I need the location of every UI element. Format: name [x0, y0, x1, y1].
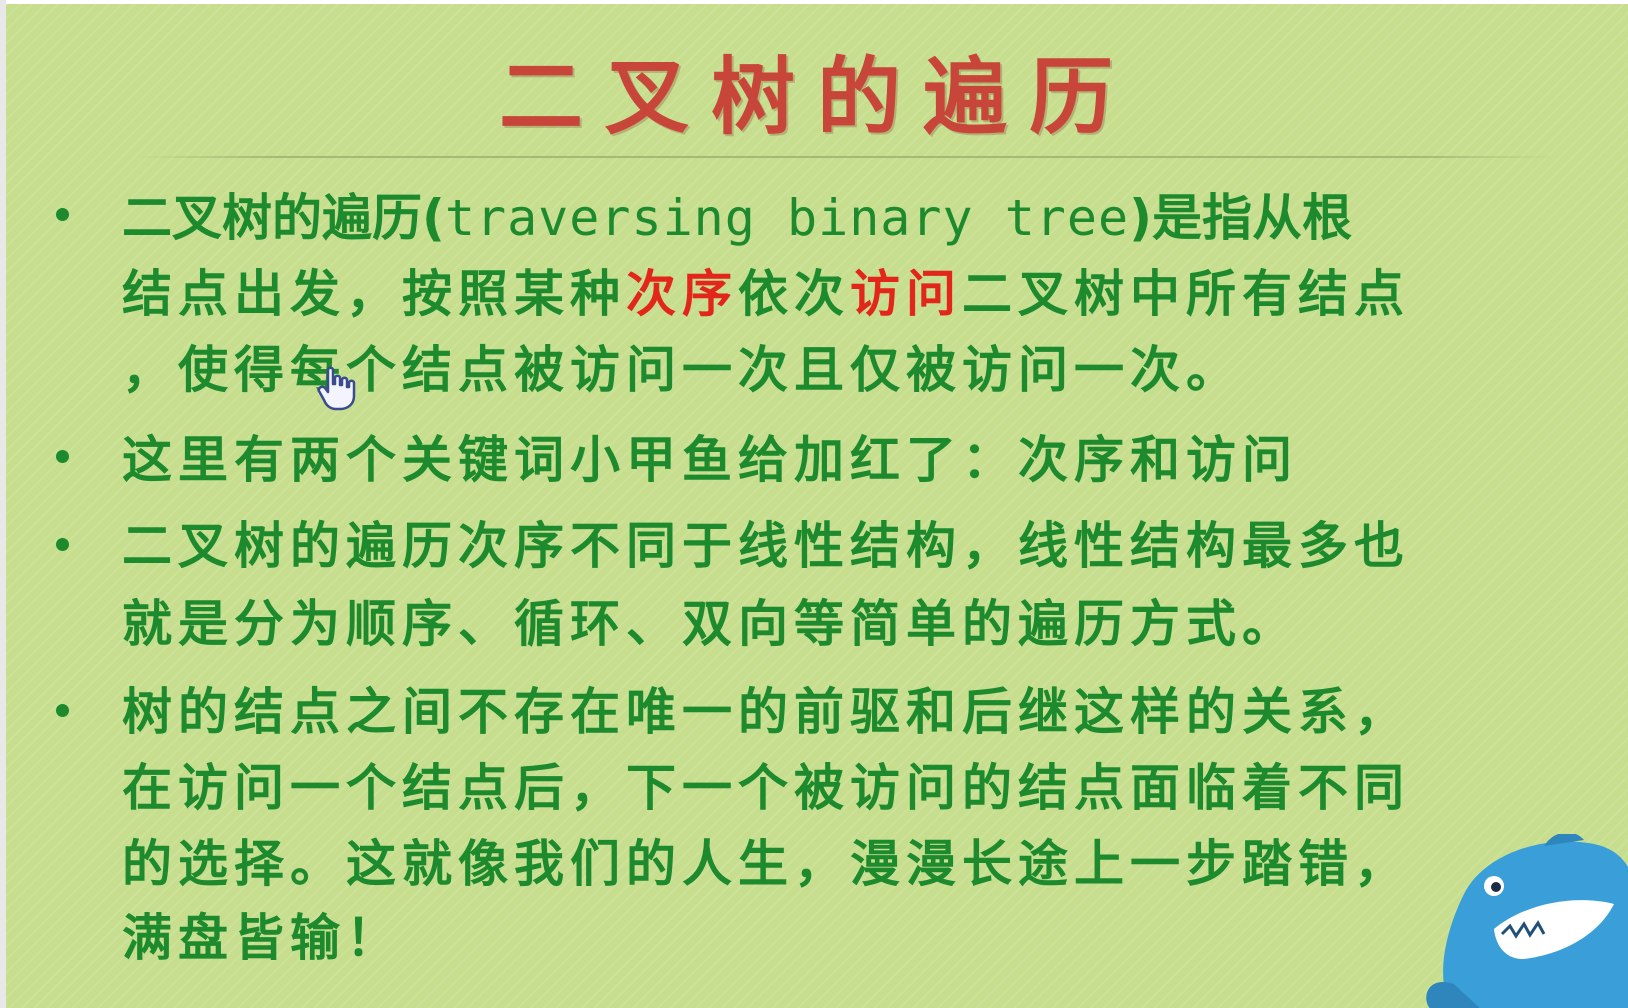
text-segment: 在访问一个结点后，下一个被访问的结点面临着不同	[122, 759, 1410, 817]
text-segment: 结点出发，按照某种	[122, 265, 626, 323]
bullet-line: 的选择。这就像我们的人生，漫漫长途上一步踏错，	[122, 834, 1410, 894]
hand-cursor-icon	[317, 366, 356, 411]
bullet-line: 这里有两个关键词小甲鱼给加红了：次序和访问	[122, 430, 1298, 490]
bullet-line: 二叉树的遍历次序不同于线性结构，线性结构最多也	[122, 516, 1410, 576]
bullet-marker	[56, 450, 69, 463]
text-segment: 依次	[738, 265, 850, 323]
bullet-line: 二叉树的遍历(traversing binary tree)是指从根	[122, 188, 1352, 248]
bullet-line: 树的结点之间不存在唯一的前驱和后继这样的关系，	[122, 682, 1410, 742]
text-segment: 的选择。这就像我们的人生，漫漫长途上一步踏错，	[122, 835, 1410, 893]
bullet-list: 二叉树的遍历(traversing binary tree)是指从根 结点出发，…	[6, 4, 1628, 1008]
bullet-marker	[56, 538, 69, 551]
bullet-line: 在访问一个结点后，下一个被访问的结点面临着不同	[122, 758, 1410, 818]
slide: 二叉树的遍历 二叉树的遍历(traversing binary tree)是指从…	[6, 4, 1628, 1008]
keyword-visit: 访问	[850, 265, 962, 323]
bullet-marker	[56, 704, 69, 717]
text-segment: 树的结点之间不存在唯一的前驱和后继这样的关系，	[122, 683, 1410, 741]
bullet-marker	[56, 208, 69, 221]
text-segment: ，使得每个结点被访问一次且仅被访问一次。	[122, 341, 1242, 399]
text-segment: 二叉树的遍历次序不同于线性结构，线性结构最多也	[122, 517, 1410, 575]
text-segment: )是指从根	[1129, 189, 1352, 247]
bullet-line: 就是分为顺序、循环、双向等简单的遍历方式。	[122, 594, 1298, 654]
text-segment: 就是分为顺序、循环、双向等简单的遍历方式。	[122, 595, 1298, 653]
text-segment: 满盘皆输！	[122, 909, 402, 967]
bullet-line: 结点出发，按照某种次序依次访问二叉树中所有结点	[122, 264, 1410, 324]
keyword-order: 次序	[626, 265, 738, 323]
text-segment: 二叉树的遍历(	[122, 189, 445, 247]
shark-mascot-icon	[1426, 834, 1628, 1008]
bullet-line: 满盘皆输！	[122, 908, 402, 968]
text-segment: 这里有两个关键词小甲鱼给加红了：次序和访问	[122, 431, 1298, 489]
text-segment: 二叉树中所有结点	[962, 265, 1410, 323]
bullet-line: ，使得每个结点被访问一次且仅被访问一次。	[122, 340, 1242, 400]
english-term: traversing binary tree	[444, 189, 1130, 247]
